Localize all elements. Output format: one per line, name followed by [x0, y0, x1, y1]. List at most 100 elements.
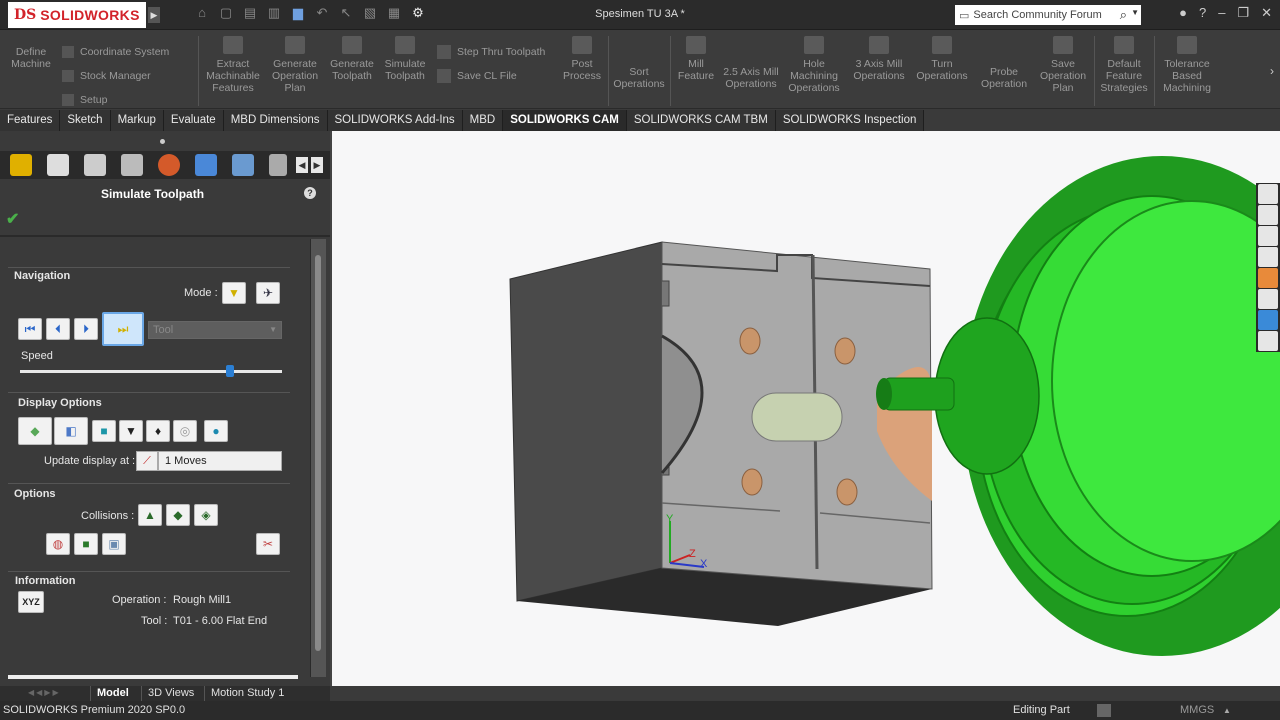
probe-operation-button[interactable]: Probe Operation: [976, 66, 1032, 90]
solidworks-logo[interactable]: DS SOLIDWORKS: [8, 2, 146, 28]
resources-home-icon[interactable]: [1258, 184, 1278, 204]
tab-3d-views[interactable]: 3D Views: [141, 686, 200, 701]
home-icon[interactable]: ⌂: [195, 5, 209, 21]
help-icon[interactable]: ?: [1199, 5, 1206, 21]
cam-feature-tree-icon[interactable]: [10, 154, 32, 176]
options-gear-icon[interactable]: ⚙: [411, 5, 425, 21]
undo-icon[interactable]: ↶: [315, 5, 329, 21]
dimxpert-icon[interactable]: [269, 154, 287, 176]
command-tab-solidworks-add-ins[interactable]: SOLIDWORKS Add-Ins: [327, 110, 463, 131]
play-to-end-button[interactable]: ⏭: [102, 312, 144, 346]
tabs-scroll-right-icon[interactable]: ▶: [311, 157, 323, 173]
simulate-toolpath-button[interactable]: Simulate Toolpath: [380, 36, 430, 82]
xyz-coordinates-button[interactable]: XYZ: [18, 591, 44, 613]
save-stock-button[interactable]: ■: [74, 533, 98, 555]
file-properties-icon[interactable]: ▦: [387, 5, 401, 21]
tolerance-based-button[interactable]: Tolerance Based Machining: [1158, 36, 1216, 94]
print-icon[interactable]: ▆: [291, 5, 305, 21]
search-dropdown-icon[interactable]: ▼: [1131, 8, 1139, 17]
step-forward-button[interactable]: ⏵: [74, 318, 98, 340]
setup-button[interactable]: Setup: [62, 88, 169, 112]
speed-slider-track[interactable]: [20, 370, 282, 373]
help-icon[interactable]: ?: [304, 187, 316, 199]
holder-display-button[interactable]: ♦: [146, 420, 170, 442]
mill-feature-button[interactable]: Mill Feature: [674, 36, 718, 82]
tab-motion-study[interactable]: Motion Study 1: [204, 686, 290, 701]
command-tab-sketch[interactable]: Sketch: [60, 110, 111, 131]
post-process-button[interactable]: Post Process: [560, 36, 604, 82]
simulation-settings-button[interactable]: ✂: [256, 533, 280, 555]
panel-collapse-handle[interactable]: [160, 139, 165, 144]
generate-toolpath-button[interactable]: Generate Toolpath: [326, 36, 378, 82]
scrollbar-thumb[interactable]: [315, 255, 321, 651]
command-tab-mbd[interactable]: MBD: [462, 110, 504, 131]
machine-mode-button[interactable]: ✈: [256, 282, 280, 304]
solidworks-forum-icon[interactable]: [1258, 310, 1278, 330]
toolbox-icon[interactable]: [1258, 331, 1278, 351]
tab-navigation-arrows[interactable]: ◀◀▶▶: [28, 688, 61, 697]
rewind-button[interactable]: ⏮: [18, 318, 42, 340]
turn-operations-button[interactable]: Turn Operations: [912, 36, 972, 82]
stock-manager-button[interactable]: Stock Manager: [62, 64, 169, 88]
axis3-operations-button[interactable]: 3 Axis Mill Operations: [848, 36, 910, 82]
search-input[interactable]: Search Community Forum: [973, 9, 1101, 21]
ok-check-icon[interactable]: ✔: [6, 209, 19, 229]
cam-operation-tree-icon[interactable]: [195, 154, 217, 176]
search-box[interactable]: ▭ Search Community Forum ⌕ ▼: [955, 5, 1141, 25]
tab-model[interactable]: Model: [90, 686, 135, 701]
extract-features-button[interactable]: Extract Machinable Features: [202, 36, 264, 94]
command-tab-evaluate[interactable]: Evaluate: [163, 110, 224, 131]
search-icon[interactable]: ⌕: [1120, 7, 1127, 23]
menu-expand-arrow[interactable]: ▶: [148, 7, 160, 23]
command-tab-solidworks-cam[interactable]: SOLIDWORKS CAM: [503, 110, 627, 131]
new-document-icon[interactable]: ▢: [219, 5, 233, 21]
save-cl-file-button[interactable]: Save CL File: [437, 64, 545, 88]
user-icon[interactable]: ●: [1179, 5, 1187, 21]
toolpath-navigation-dropdown[interactable]: Tool ▼: [148, 321, 282, 339]
restore-icon[interactable]: ❐: [1237, 5, 1249, 21]
configuration-manager-icon[interactable]: [121, 154, 143, 176]
update-display-field[interactable]: 1 Moves: [158, 451, 282, 471]
default-strategies-button[interactable]: Default Feature Strategies: [1098, 36, 1150, 94]
stock-display-button[interactable]: ◆: [18, 417, 52, 445]
appearances-icon[interactable]: [1258, 268, 1278, 288]
speed-slider-thumb[interactable]: [225, 365, 234, 377]
command-tab-solidworks-cam-tbm[interactable]: SOLIDWORKS CAM TBM: [626, 110, 776, 131]
property-manager-icon[interactable]: [84, 154, 106, 176]
collision-fixture-button[interactable]: ◈: [194, 504, 218, 526]
panel-scrollbar[interactable]: [310, 239, 326, 677]
tool-display-button[interactable]: ▼: [119, 420, 143, 442]
graphics-viewport[interactable]: Y Z X: [330, 131, 1280, 686]
compare-button[interactable]: ◍: [46, 533, 70, 555]
fixture-display-button[interactable]: ◎: [173, 420, 197, 442]
tabs-scroll-left-icon[interactable]: ◀: [296, 157, 308, 173]
minimize-icon[interactable]: –: [1218, 5, 1225, 21]
command-tab-markup[interactable]: Markup: [110, 110, 164, 131]
select-icon[interactable]: ↖: [339, 5, 353, 21]
tool-mode-button[interactable]: ▼: [222, 282, 246, 304]
sort-operations-button[interactable]: Sort Operations: [612, 66, 666, 90]
coordinate-system-button[interactable]: Coordinate System: [62, 40, 169, 64]
part-display-button[interactable]: ◧: [54, 417, 88, 445]
save-operation-plan-button[interactable]: Save Operation Plan: [1036, 36, 1090, 94]
units-indicator[interactable]: MMGS: [1180, 701, 1214, 720]
close-icon[interactable]: ✕: [1261, 5, 1272, 21]
ribbon-expand-chevron-icon[interactable]: ›: [1270, 64, 1274, 78]
cam-tool-tree-icon[interactable]: [232, 154, 254, 176]
define-machine-button[interactable]: Define Machine: [8, 46, 54, 70]
open-icon[interactable]: ▤: [243, 5, 257, 21]
step-thru-toolpath-button[interactable]: Step Thru Toolpath: [437, 40, 545, 64]
axis25-operations-button[interactable]: 2.5 Axis Mill Operations: [722, 66, 780, 90]
transparency-button[interactable]: ●: [204, 420, 228, 442]
command-tab-solidworks-inspection[interactable]: SOLIDWORKS Inspection: [775, 110, 925, 131]
generate-plan-button[interactable]: Generate Operation Plan: [268, 36, 322, 94]
custom-properties-icon[interactable]: [1258, 289, 1278, 309]
shaded-display-button[interactable]: ■: [92, 420, 116, 442]
command-tab-mbd-dimensions[interactable]: MBD Dimensions: [223, 110, 328, 131]
save-simulation-button[interactable]: ▣: [102, 533, 126, 555]
view-palette-icon[interactable]: [1258, 247, 1278, 267]
collision-tool-button[interactable]: ▲: [138, 504, 162, 526]
step-back-button[interactable]: ⏴: [46, 318, 70, 340]
appearance-manager-icon[interactable]: [158, 154, 180, 176]
feature-manager-icon[interactable]: [47, 154, 69, 176]
